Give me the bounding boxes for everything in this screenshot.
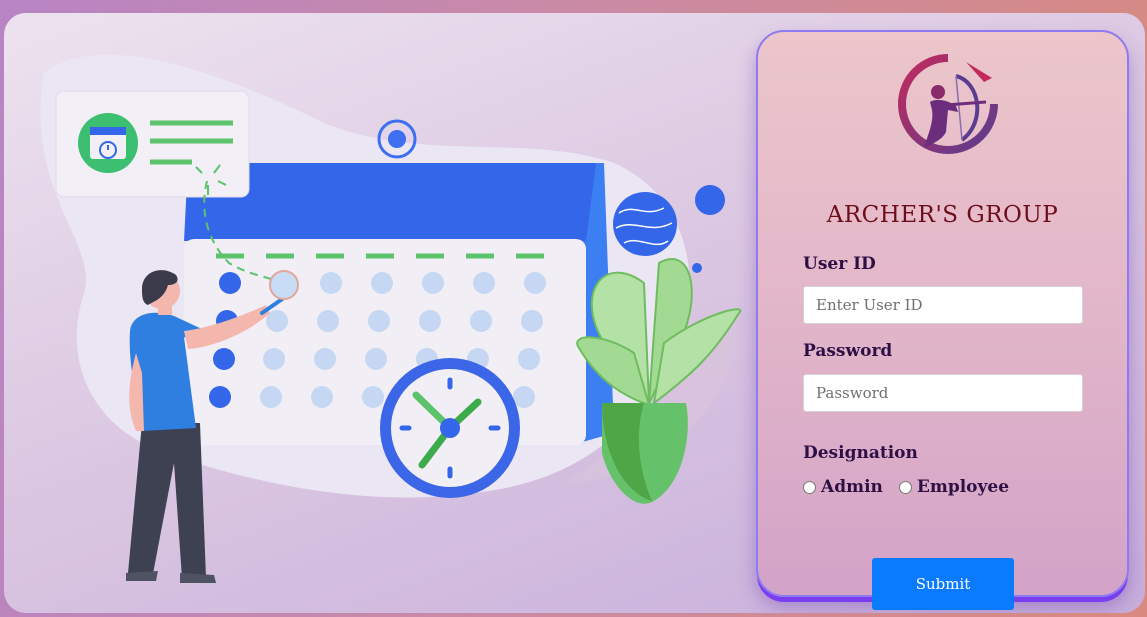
scheduling-illustration [40,54,742,583]
clock-icon [380,358,520,498]
admin-radio[interactable] [803,480,816,494]
employee-radio-label: Employee [916,477,1010,497]
archer-logo-icon [898,54,998,154]
admin-radio-option[interactable]: Admin [803,477,883,497]
password-label: Password [803,341,893,361]
login-panel: ARCHER'S GROUP User ID Password Designat… [756,30,1129,610]
employee-radio[interactable] [898,480,912,494]
page-card: ARCHER'S GROUP User ID Password Designat… [4,13,1145,613]
brand-name: ARCHER'S GROUP [826,202,1059,228]
designation-radio-group: Admin Employee [803,477,1025,497]
designation-label: Designation [803,443,918,463]
user-id-label: User ID [803,254,876,274]
admin-radio-label: Admin [821,477,883,497]
submit-button[interactable]: Submit [872,558,1014,610]
user-id-input[interactable] [803,286,1083,324]
employee-radio-option[interactable]: Employee [898,477,1010,497]
password-input[interactable] [803,374,1083,412]
